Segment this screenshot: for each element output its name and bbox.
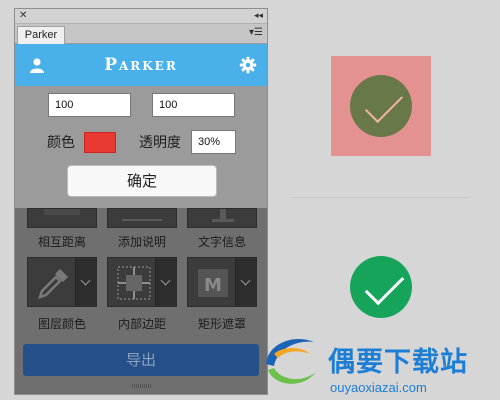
collapse-icon[interactable]: ◂◂	[254, 9, 263, 23]
tool-mask-tile[interactable]: M	[187, 257, 257, 307]
brand-title: Parker	[104, 55, 178, 75]
watermark-url: ouyaoxiazai.com	[330, 380, 427, 395]
tool-note-tile[interactable]	[107, 208, 177, 228]
width-input[interactable]: 100	[48, 93, 131, 117]
tool-label: 文字信息	[197, 235, 246, 249]
opacity-input[interactable]: 30%	[191, 130, 236, 154]
hover-check-circle	[350, 75, 412, 137]
svg-text:M: M	[204, 275, 222, 296]
mask-icon: M	[198, 269, 228, 297]
chevron-down-icon[interactable]	[235, 258, 256, 306]
divider	[292, 197, 470, 198]
export-button[interactable]: 导出	[23, 344, 259, 376]
confirm-button[interactable]: 确定	[67, 165, 217, 197]
tab-parker[interactable]: Parker	[17, 26, 65, 44]
panel-title-strip: ✕ ◂◂	[15, 9, 267, 24]
check-icon	[364, 265, 405, 306]
tool-distance-tile[interactable]	[27, 208, 97, 228]
chevron-down-icon[interactable]	[155, 258, 176, 306]
tool-label: 添加说明	[117, 235, 166, 249]
note-icon	[122, 219, 162, 221]
chevron-down-icon[interactable]	[75, 258, 96, 306]
tool-label: 内部边距	[117, 317, 166, 331]
tool-text-tile[interactable]	[187, 208, 257, 228]
watermark-text: 偶要下载站	[328, 347, 468, 378]
eyedropper-icon	[38, 269, 68, 299]
color-swatch[interactable]	[84, 132, 116, 153]
resize-grip[interactable]	[132, 384, 152, 388]
distance-icon	[44, 209, 80, 215]
tool-layer-color-tile[interactable]	[27, 257, 97, 307]
height-input[interactable]: 100	[152, 93, 235, 117]
close-icon[interactable]: ✕	[19, 9, 27, 23]
text-info-icon	[212, 209, 234, 222]
panel-tabbar: Parker ▾☰	[15, 24, 267, 44]
watermark-logo	[266, 338, 316, 384]
normal-check-circle	[350, 256, 412, 318]
tool-label: 相互距离	[37, 235, 86, 249]
panel-menu-icon[interactable]: ▾☰	[249, 27, 263, 39]
padding-icon	[117, 266, 151, 300]
gear-icon[interactable]	[239, 56, 257, 74]
parker-panel: ✕ ◂◂ Parker ▾☰ Parker 100 100 颜色 透明度 30%…	[14, 8, 268, 395]
check-icon	[364, 84, 404, 124]
opacity-label: 透明度	[139, 135, 181, 151]
tool-label: 矩形遮罩	[197, 317, 246, 331]
panel-header: Parker	[15, 44, 267, 86]
tool-padding-tile[interactable]	[107, 257, 177, 307]
tool-label: 图层颜色	[37, 317, 86, 331]
color-label: 颜色	[47, 135, 75, 151]
